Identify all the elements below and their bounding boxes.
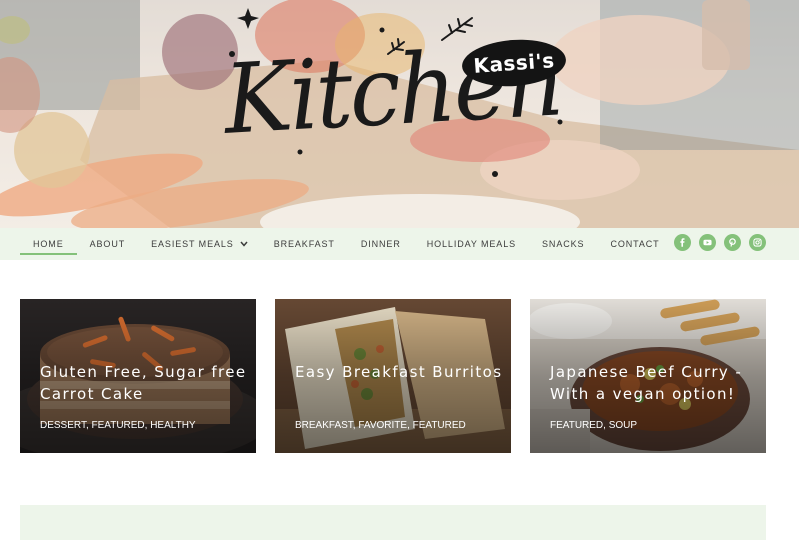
instagram-icon[interactable] [749, 234, 766, 251]
nav-item-label: EASIEST MEALS [151, 239, 234, 249]
post-title[interactable]: Easy Breakfast Burritos [295, 361, 505, 383]
nav-item-label: BREAKFAST [273, 239, 335, 249]
newsletter-section [20, 505, 766, 540]
nav-item-label: CONTACT [610, 239, 660, 249]
nav-item-dinner[interactable]: DINNER [348, 228, 414, 260]
post-categories[interactable]: DESSERT, FEATURED, HEALTHY [40, 420, 196, 431]
nav-item-about[interactable]: ABOUT [77, 228, 139, 260]
logo-badge-text: Kassi's [472, 48, 556, 78]
social-links [674, 234, 766, 251]
nav-item-breakfast[interactable]: BREAKFAST [261, 228, 348, 260]
youtube-icon[interactable] [699, 234, 716, 251]
site-logo[interactable]: Kitchen Kassi's [210, 2, 590, 182]
post-categories[interactable]: FEATURED, SOUP [550, 420, 637, 431]
pinterest-icon[interactable] [724, 234, 741, 251]
nav-item-label: HOLLIDAY MEALS [426, 239, 517, 249]
nav-item-home[interactable]: HOME [20, 228, 77, 260]
facebook-icon[interactable] [674, 234, 691, 251]
featured-posts: Gluten Free, Sugar free Carrot Cake DESS… [20, 299, 766, 453]
nav-item-label: SNACKS [542, 239, 585, 249]
nav-item-contact[interactable]: CONTACT [597, 228, 672, 260]
main-navigation: HOME ABOUT EASIEST MEALS BREAKFAST DINNE… [0, 228, 799, 260]
post-title[interactable]: Japanese Beef Curry - With a vegan optio… [550, 361, 760, 405]
hero-banner: Kitchen Kassi's [0, 0, 799, 228]
post-card-japanese-beef-curry[interactable]: Japanese Beef Curry - With a vegan optio… [530, 299, 766, 453]
nav-menu: HOME ABOUT EASIEST MEALS BREAKFAST DINNE… [20, 228, 673, 260]
post-title[interactable]: Gluten Free, Sugar free Carrot Cake [40, 361, 250, 405]
nav-item-label: ABOUT [89, 239, 126, 249]
nav-item-easiest-meals[interactable]: EASIEST MEALS [138, 228, 261, 260]
chevron-down-icon [240, 241, 248, 247]
nav-item-holliday-meals[interactable]: HOLLIDAY MEALS [414, 228, 529, 260]
nav-item-label: HOME [33, 239, 64, 249]
nav-item-label: DINNER [360, 239, 401, 249]
post-categories[interactable]: BREAKFAST, FAVORITE, FEATURED [295, 420, 466, 431]
post-card-breakfast-burritos[interactable]: Easy Breakfast Burritos BREAKFAST, FAVOR… [275, 299, 511, 453]
post-card-carrot-cake[interactable]: Gluten Free, Sugar free Carrot Cake DESS… [20, 299, 256, 453]
nav-item-snacks[interactable]: SNACKS [529, 228, 597, 260]
